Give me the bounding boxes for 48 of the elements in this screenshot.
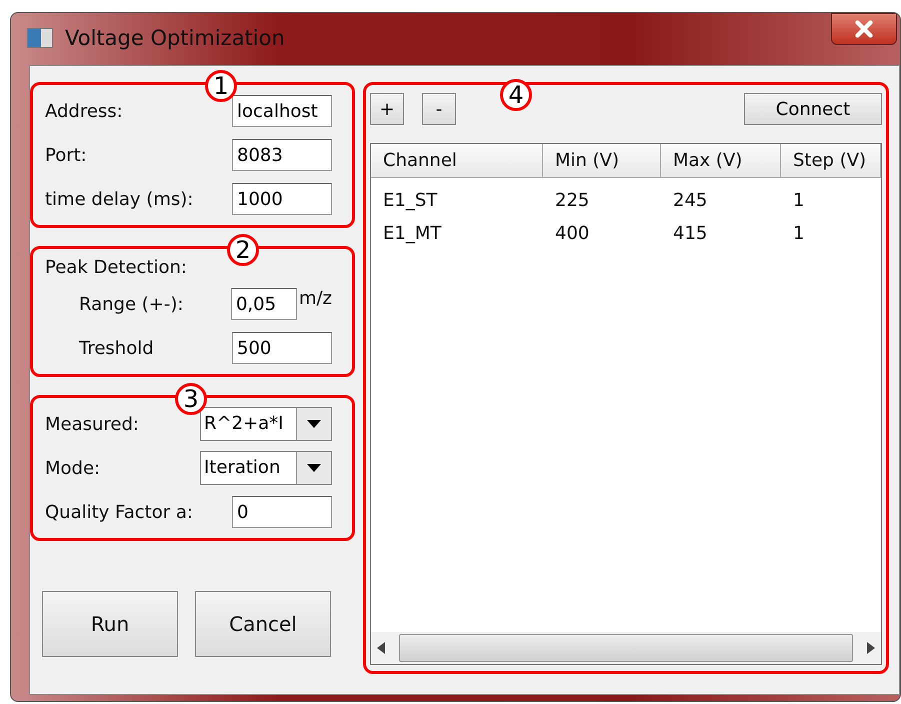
field-label: Treshold [79, 338, 154, 358]
field-label: Port: [45, 144, 87, 166]
field-label: Measured: [45, 414, 139, 434]
field-label: time delay (ms): [45, 188, 194, 210]
connect-button[interactable]: Connect [744, 93, 882, 125]
field-label: Range (+-): [79, 294, 184, 314]
field-label: Address: [45, 100, 123, 122]
callout-number: 2 [227, 234, 259, 266]
app-icon [27, 28, 53, 48]
column-header[interactable]: Max (V) [661, 144, 781, 177]
table-cell-text: 1 [792, 222, 806, 246]
table-cell-text: 245 [672, 189, 708, 213]
dialog-button[interactable]: Cancel [195, 591, 331, 657]
input-field[interactable]: 1000 [232, 183, 332, 215]
column-header[interactable]: Step (V) [781, 144, 881, 177]
column-header[interactable]: Min (V) [543, 144, 661, 177]
scroll-thumb[interactable] [399, 634, 853, 662]
dropdown[interactable]: R^2+a*I [200, 407, 332, 441]
callout-number: 4 [500, 79, 532, 111]
caret-icon [307, 420, 321, 428]
table-cell-text: 415 [672, 222, 708, 246]
toolbar-button[interactable]: + [370, 93, 404, 125]
left-arrow-icon [377, 642, 385, 654]
input-field[interactable]: 8083 [232, 139, 332, 171]
table-cell-text: 1 [792, 189, 806, 213]
dialog-button[interactable]: Run [42, 591, 178, 657]
close-button[interactable] [831, 13, 897, 45]
input-field[interactable]: localhost [232, 95, 332, 127]
right-arrow-icon [867, 642, 875, 654]
window-title: Voltage Optimization [65, 26, 285, 50]
horizontal-scrollbar[interactable] [371, 632, 881, 664]
table-cell-text: E1_ST [382, 189, 438, 213]
input-field[interactable]: 0,05 [230, 288, 297, 320]
table-cell-text: 225 [554, 189, 590, 213]
table-cell-text: 400 [554, 222, 590, 246]
dropdown[interactable]: Iteration [200, 451, 332, 485]
column-header[interactable]: Channel [371, 144, 543, 177]
field-label: Quality Factor a: [45, 502, 193, 522]
caret-icon [307, 464, 321, 472]
callout-number: 3 [175, 383, 207, 415]
field-label: Mode: [45, 458, 100, 478]
table-cell-text: E1_MT [382, 222, 442, 246]
callout-number: 1 [205, 70, 237, 102]
input-field[interactable]: 0 [232, 496, 332, 528]
unit-label: m/z [298, 288, 332, 309]
toolbar-button[interactable]: - [422, 93, 456, 125]
input-field[interactable]: 500 [232, 332, 332, 364]
group-title: Peak Detection: [45, 257, 188, 278]
